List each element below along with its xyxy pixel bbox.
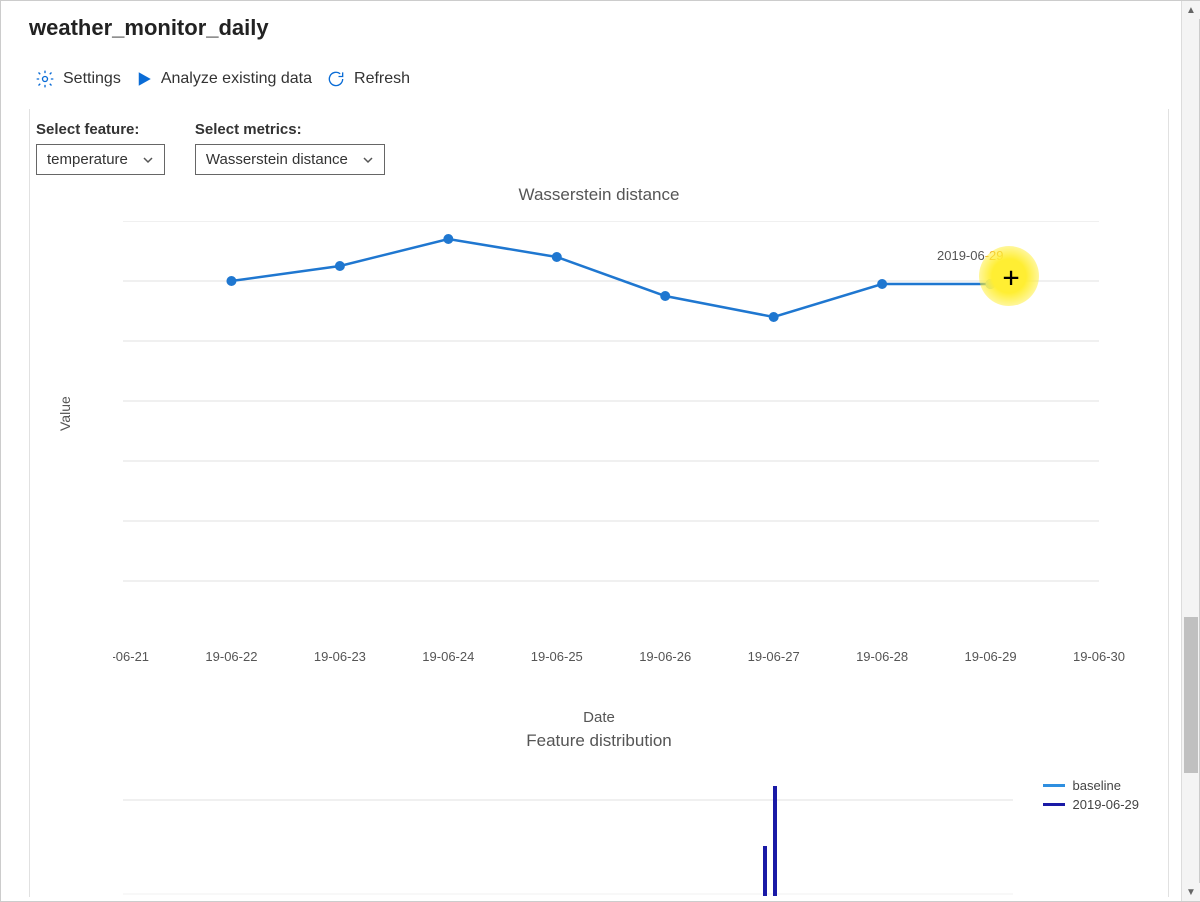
vertical-scrollbar[interactable]: ▲ ▼ xyxy=(1181,1,1199,901)
svg-text:19-06-30: 19-06-30 xyxy=(1073,649,1125,664)
refresh-label: Refresh xyxy=(354,70,410,88)
feature-select-value: temperature xyxy=(47,151,128,168)
settings-button[interactable]: Settings xyxy=(35,69,121,89)
selectors-row: Select feature: temperature Select metri… xyxy=(30,109,1168,181)
metrics-select-label: Select metrics: xyxy=(195,121,385,138)
feature-select-label: Select feature: xyxy=(36,121,165,138)
analyze-label: Analyze existing data xyxy=(161,70,312,88)
settings-label: Settings xyxy=(63,70,121,88)
chart-feature-distribution[interactable]: Feature distribution 35 baseline 2019-06… xyxy=(49,736,1149,896)
svg-text:19-06-24: 19-06-24 xyxy=(422,649,474,664)
chart1-plot: 1234567 xyxy=(113,221,1149,641)
chart1-xlabel: Date xyxy=(49,709,1149,726)
scroll-thumb[interactable] xyxy=(1184,617,1198,773)
chart-wasserstein[interactable]: Wasserstein distance Value 1234567 19-06… xyxy=(49,181,1149,736)
chart2-plot: 35 xyxy=(113,766,1149,896)
play-icon xyxy=(135,70,153,88)
scroll-up-button[interactable]: ▲ xyxy=(1182,1,1200,19)
metrics-select-value: Wasserstein distance xyxy=(206,151,348,168)
svg-text:19-06-21: 19-06-21 xyxy=(113,649,149,664)
chevron-down-icon xyxy=(362,154,374,166)
metrics-select[interactable]: Wasserstein distance xyxy=(195,144,385,175)
refresh-icon xyxy=(326,69,346,89)
svg-text:19-06-23: 19-06-23 xyxy=(314,649,366,664)
legend-item-baseline: baseline xyxy=(1043,778,1140,793)
legend-swatch xyxy=(1043,784,1065,787)
chart2-title: Feature distribution xyxy=(49,731,1149,751)
toolbar: Settings Analyze existing data Refresh xyxy=(35,69,410,89)
content-panel: Select feature: temperature Select metri… xyxy=(29,109,1169,897)
refresh-button[interactable]: Refresh xyxy=(326,69,410,89)
scroll-down-button[interactable]: ▼ xyxy=(1182,883,1200,901)
legend-swatch xyxy=(1043,803,1065,806)
chart1-xaxis: 19-06-21 19-06-22 19-06-23 19-06-24 19-06-25… xyxy=(113,645,1149,675)
feature-select[interactable]: temperature xyxy=(36,144,165,175)
chart1-title: Wasserstein distance xyxy=(49,185,1149,205)
svg-text:19-06-29: 19-06-29 xyxy=(965,649,1017,664)
analyze-button[interactable]: Analyze existing data xyxy=(135,70,312,88)
legend-item-date: 2019-06-29 xyxy=(1043,797,1140,812)
chart1-ylabel: Value xyxy=(57,396,73,431)
gear-icon xyxy=(35,69,55,89)
svg-text:19-06-27: 19-06-27 xyxy=(748,649,800,664)
legend-label: 2019-06-29 xyxy=(1073,797,1140,812)
page-title: weather_monitor_daily xyxy=(29,15,269,41)
svg-text:19-06-28: 19-06-28 xyxy=(856,649,908,664)
app-window: weather_monitor_daily Settings Analyze e… xyxy=(0,0,1200,902)
svg-text:19-06-26: 19-06-26 xyxy=(639,649,691,664)
legend-label: baseline xyxy=(1073,778,1121,793)
chevron-down-icon xyxy=(142,154,154,166)
chart1-tooltip: 2019-06-29 xyxy=(937,248,1004,263)
svg-text:19-06-25: 19-06-25 xyxy=(531,649,583,664)
chart2-legend: baseline 2019-06-29 xyxy=(1043,778,1140,816)
svg-text:19-06-22: 19-06-22 xyxy=(205,649,257,664)
